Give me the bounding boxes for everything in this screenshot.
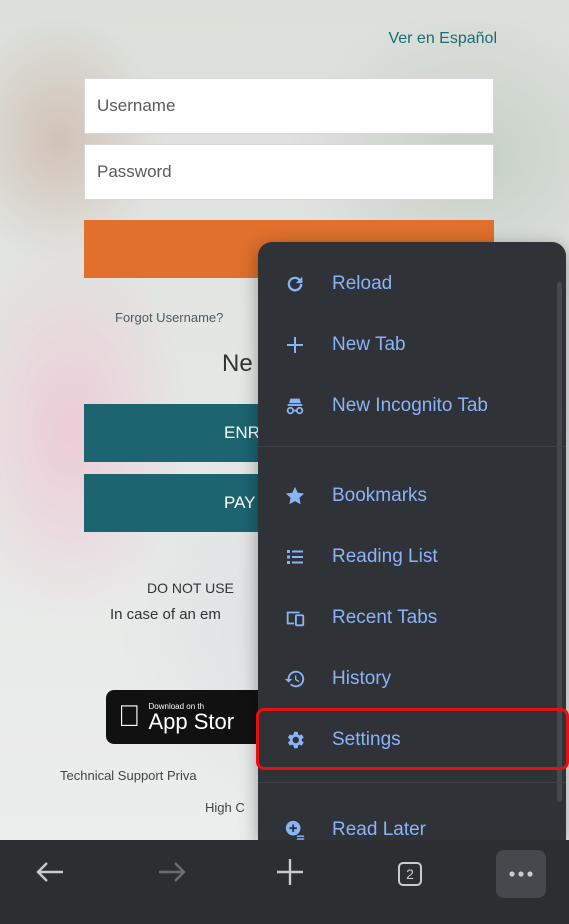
reload-icon xyxy=(284,273,306,295)
menu-item-label: Reading List xyxy=(332,546,438,567)
menu-separator xyxy=(258,446,566,447)
star-icon xyxy=(284,485,306,507)
menu-item-label: History xyxy=(332,668,392,689)
arrow-right-icon xyxy=(157,860,187,889)
forward-button[interactable] xyxy=(150,854,194,894)
menu-item-read-later[interactable]: Read Later xyxy=(258,802,566,842)
apple-icon:  xyxy=(118,702,141,732)
read-later-icon xyxy=(284,819,306,841)
more-menu-button[interactable] xyxy=(496,850,546,898)
menu-item-new-incognito-tab[interactable]: New Incognito Tab xyxy=(258,378,566,434)
app-store-big-text: App Stor xyxy=(126,708,235,734)
plus-icon xyxy=(284,334,306,356)
recent-tabs-icon xyxy=(284,607,306,629)
menu-item-bookmarks[interactable]: Bookmarks xyxy=(258,468,566,524)
menu-item-new-tab[interactable]: New Tab xyxy=(258,317,566,373)
menu-item-label: Read Later xyxy=(332,819,427,840)
forgot-username-link[interactable]: Forgot Username? xyxy=(115,310,223,325)
tab-count-badge: 2 xyxy=(398,862,422,886)
back-button[interactable] xyxy=(28,854,72,894)
menu-item-reload[interactable]: Reload xyxy=(258,256,566,312)
list-icon xyxy=(284,546,306,568)
menu-item-label: Reload xyxy=(332,273,393,294)
password-field[interactable]: Password xyxy=(84,144,494,200)
spanish-language-link[interactable]: Ver en Español xyxy=(388,30,497,48)
new-tab-button[interactable] xyxy=(268,854,312,894)
new-user-heading: Ne xyxy=(222,350,253,377)
menu-item-recent-tabs[interactable]: Recent Tabs xyxy=(258,590,566,646)
menu-item-label: New Incognito Tab xyxy=(332,395,488,416)
arrow-left-icon xyxy=(35,860,65,889)
emergency-notice: In case of an em xyxy=(110,606,221,623)
footer-links[interactable]: Technical Support Priva xyxy=(60,768,197,783)
incognito-icon xyxy=(284,395,306,417)
menu-item-reading-list[interactable]: Reading List xyxy=(258,529,566,585)
browser-bottom-toolbar: 2 xyxy=(0,840,569,924)
menu-item-label: Recent Tabs xyxy=(332,607,438,628)
tab-switcher-button[interactable]: 2 xyxy=(390,854,430,894)
do-not-use-notice: DO NOT USE xyxy=(147,580,234,596)
username-field[interactable]: Username xyxy=(84,78,494,134)
ellipsis-icon xyxy=(508,865,534,883)
settings-highlight-box xyxy=(256,708,569,770)
footer-high-contrast-link[interactable]: High C xyxy=(205,800,245,815)
menu-item-label: New Tab xyxy=(332,334,406,355)
history-icon xyxy=(284,668,306,690)
menu-item-history[interactable]: History xyxy=(258,651,566,707)
plus-icon xyxy=(275,857,305,892)
menu-separator xyxy=(258,782,566,783)
menu-item-label: Bookmarks xyxy=(332,485,428,506)
